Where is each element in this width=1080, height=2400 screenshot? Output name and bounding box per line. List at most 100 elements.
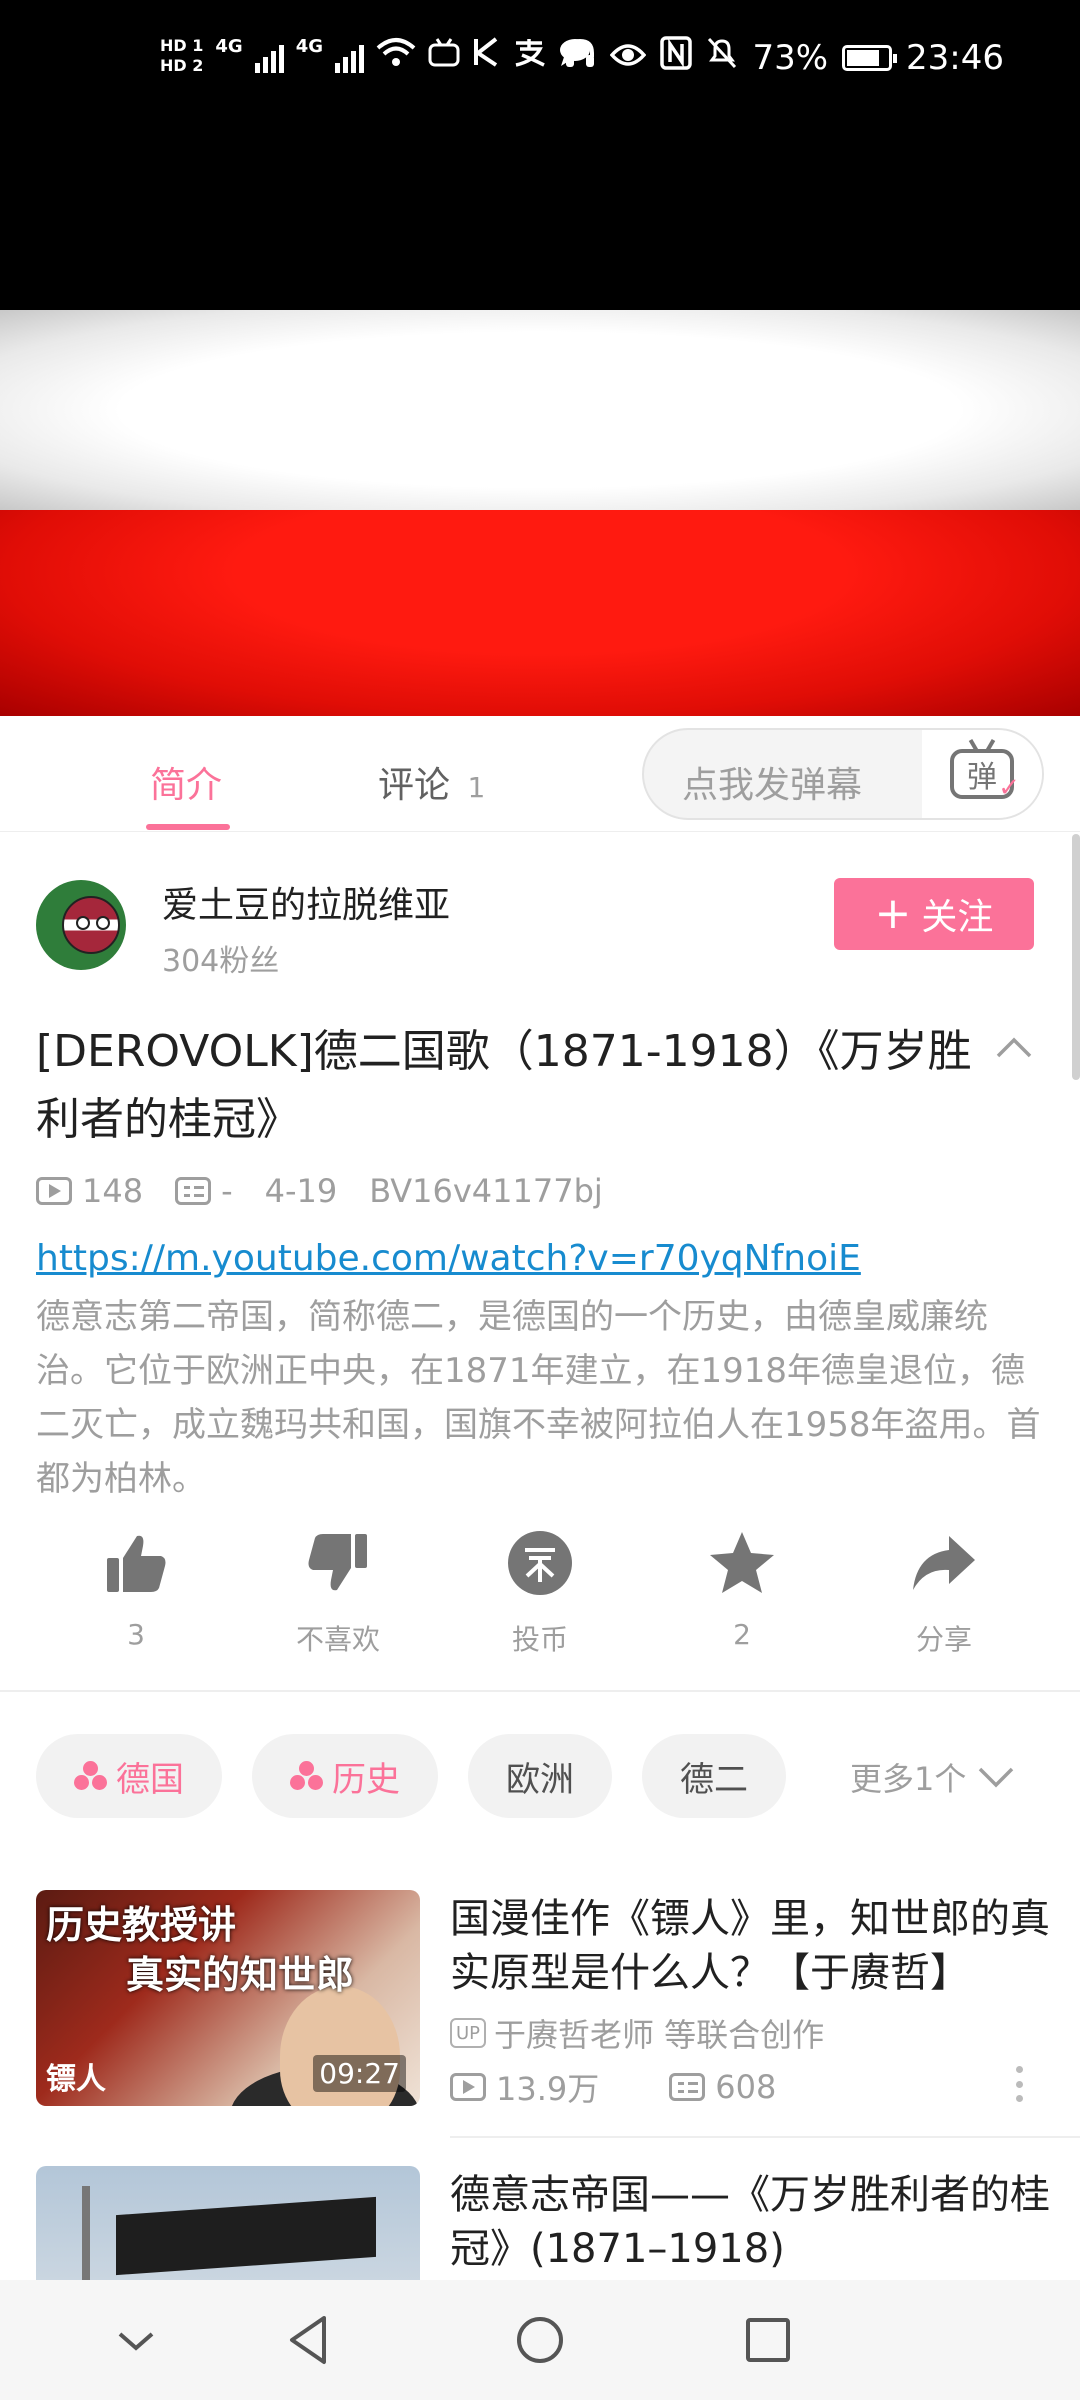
uploader-fans: 304粉丝 bbox=[162, 944, 280, 979]
headset-icon bbox=[564, 37, 596, 78]
chevron-up-icon[interactable] bbox=[994, 1028, 1034, 1068]
video-description: 德意志第二帝国，简称德二，是德国的一个历史，由德皇威廉统治。它位于欧洲正中央，在… bbox=[36, 1297, 1041, 1499]
signal-1-icon bbox=[254, 39, 284, 73]
video-title: [DEROVOLK]德二国歌（1871-1918）《万岁胜利者的桂冠》 bbox=[36, 1026, 972, 1145]
alipay-icon bbox=[512, 37, 546, 75]
danmaku-glyph: 弹 bbox=[967, 760, 997, 795]
thumbs-up-icon bbox=[107, 1535, 166, 1592]
k-icon bbox=[472, 37, 500, 75]
hd2-label: HD 2 bbox=[160, 56, 204, 75]
channel-icon bbox=[290, 1761, 324, 1791]
clock: 23:46 bbox=[906, 37, 1004, 78]
follow-button[interactable]: + 关注 bbox=[834, 878, 1034, 950]
share-label: 分享 bbox=[915, 1623, 972, 1656]
play-count-icon bbox=[36, 1177, 72, 1205]
tab-comments-label: 评论 bbox=[378, 765, 451, 806]
thumbnail-caption: 历史教授讲 真实的知世郎 bbox=[46, 1900, 354, 2000]
signal-2-icon bbox=[335, 39, 364, 73]
tag-europe[interactable]: 欧洲 bbox=[468, 1734, 612, 1818]
coin-icon bbox=[508, 1531, 572, 1595]
danmaku-input[interactable]: 点我发弹幕 弹 ✓ bbox=[642, 728, 1044, 820]
chevron-down-icon bbox=[979, 1767, 1014, 1788]
favorite-button[interactable]: 2 bbox=[672, 1528, 812, 1651]
home-icon[interactable] bbox=[510, 2310, 570, 2370]
network-type-2: 4G bbox=[295, 36, 323, 57]
related-author-name: 于赓哲老师 等联合创作 bbox=[494, 2016, 825, 2054]
check-icon: ✓ bbox=[998, 773, 1020, 803]
tab-bar: 简介 评论 1 点我发弹幕 弹 ✓ bbox=[0, 716, 1080, 832]
divider bbox=[0, 1690, 1080, 1692]
dislike-label: 不喜欢 bbox=[295, 1623, 380, 1656]
status-left: HD 1 HD 2 4G 4G bbox=[160, 36, 592, 76]
danmaku-tv-icon: 弹 ✓ bbox=[950, 749, 1020, 803]
uploader-avatar[interactable] bbox=[36, 880, 126, 970]
related-thumbnail[interactable]: 历史教授讲 真实的知世郎 镖人 09:27 bbox=[36, 1890, 420, 2106]
tab-intro[interactable]: 简介 bbox=[150, 756, 222, 808]
danmaku-toggle-button[interactable]: 弹 ✓ bbox=[922, 730, 1042, 818]
dislike-button[interactable]: 不喜欢 bbox=[268, 1528, 408, 1658]
danmaku-count-icon bbox=[175, 1177, 212, 1205]
status-bar: HD 1 HD 2 4G 4G 73% 23:46 bbox=[0, 30, 1080, 110]
tag-label: 德国 bbox=[116, 1759, 184, 1800]
channel-icon bbox=[74, 1761, 108, 1791]
related-stats: 13.9万 608 bbox=[450, 2064, 776, 2110]
related-views: 13.9万 bbox=[496, 2070, 600, 2108]
thumbnail-logo-text: 镖人 bbox=[46, 2062, 106, 2097]
divider bbox=[450, 2136, 1080, 2138]
tab-comments-count: 1 bbox=[467, 771, 486, 804]
bilibili-icon bbox=[428, 37, 460, 75]
bvid: BV16v41177bj bbox=[369, 1172, 603, 1210]
avatar-eye-left bbox=[76, 916, 90, 930]
thumbs-down-icon bbox=[308, 1534, 367, 1591]
like-count: 3 bbox=[127, 1618, 145, 1651]
wifi-icon bbox=[376, 36, 416, 76]
recents-icon[interactable] bbox=[738, 2310, 798, 2370]
avatar-eye-right bbox=[96, 916, 110, 930]
coin-label: 投币 bbox=[511, 1623, 568, 1656]
tab-comments[interactable]: 评论 1 bbox=[378, 756, 485, 808]
like-button[interactable]: 3 bbox=[66, 1528, 206, 1651]
chevron-down-icon[interactable] bbox=[106, 2310, 166, 2370]
related-danmaku: 608 bbox=[715, 2068, 777, 2106]
scrollbar[interactable] bbox=[1072, 834, 1080, 1080]
tag-germany[interactable]: 德国 bbox=[36, 1734, 222, 1818]
back-icon[interactable] bbox=[280, 2310, 340, 2370]
tab-active-indicator bbox=[146, 824, 230, 830]
video-duration: 09:27 bbox=[313, 2055, 406, 2092]
tag-reich[interactable]: 德二 bbox=[642, 1734, 786, 1818]
share-icon bbox=[913, 1536, 975, 1590]
uploader-name[interactable]: 爱土豆的拉脱维亚 bbox=[162, 876, 450, 928]
tag-label: 历史 bbox=[332, 1759, 400, 1800]
related-author: UP 于赓哲老师 等联合创作 bbox=[450, 2010, 824, 2056]
tag-history[interactable]: 历史 bbox=[252, 1734, 438, 1818]
more-tags-button[interactable]: 更多1个 bbox=[850, 1754, 1016, 1800]
up-badge: UP bbox=[450, 2018, 486, 2048]
video-player[interactable] bbox=[0, 310, 1080, 716]
video-meta: 148 - 4-19 BV16v41177bj bbox=[36, 1172, 603, 1210]
view-count: 148 bbox=[82, 1172, 144, 1210]
nfc-icon bbox=[660, 36, 693, 79]
thumbnail-caption-line2: 真实的知世郎 bbox=[126, 1952, 355, 1997]
tag-label: 德二 bbox=[680, 1759, 748, 1800]
status-right: 73% 23:46 bbox=[564, 36, 1004, 79]
flag-red-stripe bbox=[0, 510, 1080, 716]
flag-white-stripe bbox=[0, 310, 1080, 510]
related-title[interactable]: 国漫佳作《镖人》里，知世郎的真实原型是什么人？【于赓哲】 bbox=[450, 1892, 1050, 2000]
more-options-icon[interactable] bbox=[1016, 2066, 1024, 2102]
danmaku-placeholder: 点我发弹幕 bbox=[682, 765, 863, 806]
related-title[interactable]: 德意志帝国——《万岁胜利者的桂冠》(1871–1918) bbox=[450, 2168, 1050, 2276]
favorite-count: 2 bbox=[733, 1618, 751, 1651]
more-tags-label: 更多1个 bbox=[850, 1760, 967, 1798]
coin-button[interactable]: 投币 bbox=[470, 1528, 610, 1658]
hd-indicator: HD 1 HD 2 bbox=[160, 36, 203, 76]
description-link[interactable]: https://m.youtube.com/watch?v=r70yqNfnoi… bbox=[36, 1238, 861, 1279]
share-button[interactable]: 分享 bbox=[874, 1528, 1014, 1658]
thumbnail-caption-line1: 历史教授讲 bbox=[46, 1902, 237, 1947]
publish-date: 4-19 bbox=[264, 1172, 338, 1210]
mute-icon bbox=[706, 36, 738, 79]
follow-label: 关注 bbox=[921, 897, 994, 938]
tag-label: 欧洲 bbox=[506, 1759, 574, 1800]
star-icon bbox=[710, 1532, 774, 1593]
danmaku-count: - bbox=[221, 1172, 233, 1210]
eye-icon bbox=[610, 38, 647, 78]
